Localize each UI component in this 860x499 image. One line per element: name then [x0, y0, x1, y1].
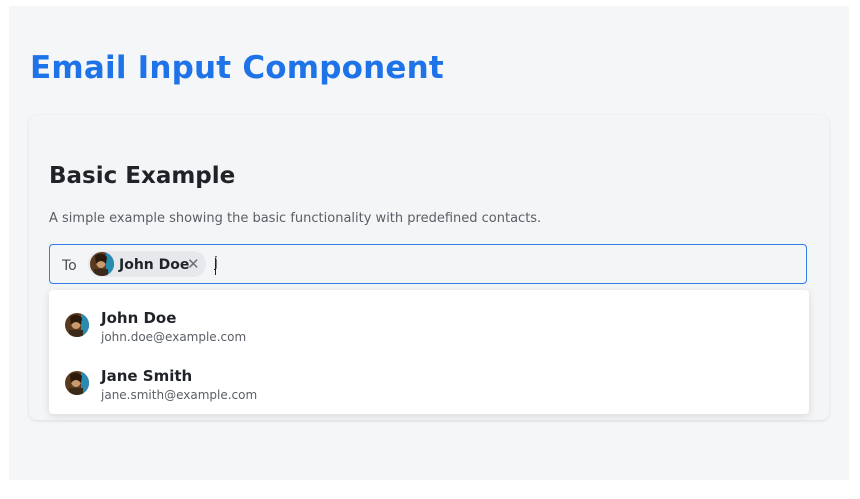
section-title: Basic Example — [49, 163, 236, 189]
section-description: A simple example showing the basic funct… — [49, 211, 542, 226]
page-container: Email Input Component Basic Example A si… — [9, 6, 849, 480]
avatar-icon — [65, 371, 89, 395]
recipient-search-input[interactable] — [210, 249, 778, 277]
page-title: Email Input Component — [30, 50, 444, 86]
suggestion-email: john.doe@example.com — [101, 330, 247, 344]
email-recipient-field[interactable]: To John Doe ✕ — [49, 244, 807, 284]
to-label: To — [62, 258, 77, 274]
suggestion-name: Jane Smith — [101, 367, 193, 385]
text-caret — [215, 258, 216, 275]
avatar-icon — [65, 313, 89, 337]
suggestion-item[interactable]: Jane Smith jane.smith@example.com — [49, 353, 809, 409]
basic-example-card: Basic Example A simple example showing t… — [29, 115, 829, 420]
recipient-chip[interactable]: John Doe ✕ — [88, 251, 206, 277]
avatar-icon — [90, 252, 114, 276]
chip-name: John Doe — [119, 257, 190, 273]
suggestion-email: jane.smith@example.com — [101, 388, 258, 402]
suggestions-dropdown: John Doe john.doe@example.com Jane Smith… — [49, 290, 809, 414]
suggestion-name: John Doe — [101, 309, 177, 327]
remove-recipient-icon[interactable]: ✕ — [187, 255, 200, 273]
suggestion-item[interactable]: John Doe john.doe@example.com — [49, 295, 809, 351]
